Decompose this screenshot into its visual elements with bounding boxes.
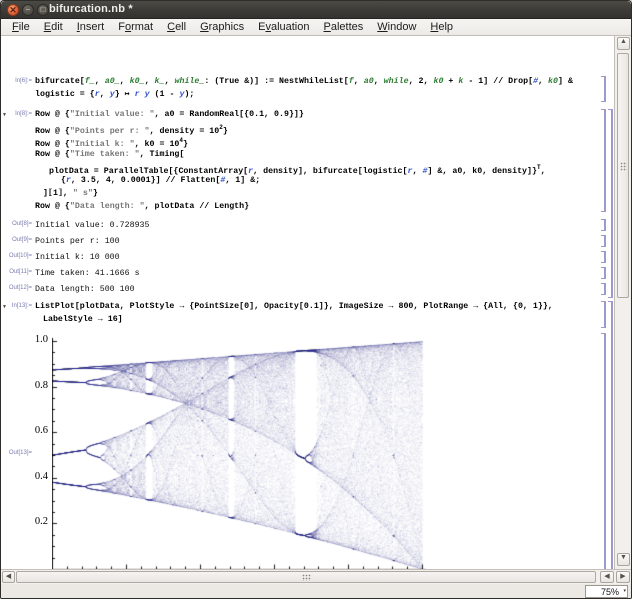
- menu-insert[interactable]: Insert: [70, 20, 112, 34]
- output-text: Data length: 500 100: [35, 284, 135, 296]
- code-line[interactable]: {r, 3.5, 4, 0.0001}] // Flatten[#, 1] &;: [61, 175, 260, 187]
- scroll-up-icon[interactable]: ▲: [617, 37, 630, 50]
- bifurcation-plot-canvas[interactable]: [52, 337, 428, 569]
- menu-bar: FileEditInsertFormatCellGraphicsEvaluati…: [1, 19, 631, 36]
- code-line[interactable]: bifurcate[f_, a0_, k0_, k_, while_: (Tru…: [35, 76, 573, 88]
- close-icon[interactable]: ✕: [7, 4, 19, 16]
- horizontal-scroll-thumb[interactable]: [16, 571, 596, 583]
- chevron-down-icon: ▾: [623, 585, 626, 597]
- code-line[interactable]: LabelStyle → 16]: [43, 314, 123, 326]
- scroll-right-icon[interactable]: ▶: [616, 571, 630, 583]
- magnification-dropdown[interactable]: 75% ▾: [585, 585, 628, 598]
- menu-edit[interactable]: Edit: [37, 20, 70, 34]
- menu-file[interactable]: File: [5, 20, 37, 34]
- group-open-arrow-icon[interactable]: ▼: [2, 112, 7, 118]
- scroll-left-icon[interactable]: ◀: [2, 571, 15, 583]
- code-line[interactable]: ListPlot[plotData, PlotStyle → {PointSiz…: [35, 301, 553, 313]
- code-line[interactable]: logistic = {r, y} ↦ r y (1 - y);: [35, 89, 194, 101]
- menu-window[interactable]: Window: [370, 20, 423, 34]
- out-label: Out[10]=: [1, 253, 32, 259]
- out-label: Out[9]=: [1, 237, 32, 243]
- in-label: In[6]:=: [1, 78, 32, 84]
- code-line[interactable]: Row @ {"Initial value: ", a0 = RandomRea…: [35, 109, 304, 121]
- vertical-scrollbar[interactable]: ▲ ▼: [614, 36, 631, 569]
- code-line[interactable]: ]⟦1⟧, " s"}: [43, 188, 98, 200]
- menu-format[interactable]: Format: [111, 20, 160, 34]
- cell-bracket[interactable]: [601, 283, 606, 295]
- y-tick-label: 0.2: [22, 516, 48, 527]
- y-tick-label: 0.6: [22, 425, 48, 436]
- y-tick-label: 0.4: [22, 471, 48, 482]
- mathematica-window: ✕ − □ bifurcation.nb * FileEditInsertFor…: [0, 0, 632, 599]
- title-bar[interactable]: ✕ − □ bifurcation.nb *: [1, 1, 631, 19]
- plot-output: Out[13]= 3.63.73.83.94.00.20.40.60.81.0: [1, 331, 601, 569]
- window-title: bifurcation.nb *: [49, 3, 133, 15]
- magnification-value: 75%: [601, 587, 619, 597]
- maximize-icon[interactable]: □: [37, 4, 49, 16]
- cell-bracket[interactable]: [601, 251, 606, 263]
- out-label: Out[11]=: [1, 269, 32, 275]
- cell-bracket[interactable]: [601, 109, 606, 212]
- menu-help[interactable]: Help: [423, 20, 460, 34]
- cell-bracket[interactable]: [601, 219, 606, 231]
- horizontal-scrollbar[interactable]: ◀ ◀ ▶: [1, 569, 632, 584]
- output-text: Initial k: 10 000: [35, 252, 120, 264]
- cell-bracket[interactable]: [608, 301, 613, 569]
- menu-cell[interactable]: Cell: [160, 20, 193, 34]
- group-open-arrow-icon[interactable]: ▼: [2, 304, 7, 310]
- output-text: Initial value: 0.728935: [35, 220, 150, 232]
- output-text: Points per r: 100: [35, 236, 120, 248]
- code-line[interactable]: Row @ {"Data length: ", plotData // Leng…: [35, 201, 249, 213]
- out-label: Out[8]=: [1, 221, 32, 227]
- y-tick-label: 1.0: [22, 334, 48, 345]
- scroll-left2-icon[interactable]: ◀: [600, 571, 614, 583]
- vertical-scroll-thumb[interactable]: [617, 53, 629, 298]
- cell-bracket[interactable]: [608, 109, 613, 298]
- menu-graphics[interactable]: Graphics: [193, 20, 251, 34]
- cell-bracket[interactable]: [601, 267, 606, 279]
- scroll-down-icon[interactable]: ▼: [617, 553, 630, 566]
- notebook-area[interactable]: In[6]:=bifurcate[f_, a0_, k0_, k_, while…: [1, 36, 616, 569]
- y-tick-label: 0.8: [22, 380, 48, 391]
- menu-evaluation[interactable]: Evaluation: [251, 20, 316, 34]
- out-label: Out[12]=: [1, 285, 32, 291]
- minimize-icon[interactable]: −: [22, 4, 34, 16]
- cell-bracket[interactable]: [601, 301, 606, 328]
- status-bar: 75% ▾: [1, 584, 632, 599]
- cell-bracket[interactable]: [601, 333, 606, 569]
- cell-bracket[interactable]: [601, 235, 606, 247]
- cell-bracket[interactable]: [601, 76, 606, 102]
- out-label-plot: Out[13]=: [1, 450, 32, 456]
- menu-palettes[interactable]: Palettes: [317, 20, 371, 34]
- code-line[interactable]: Row @ {"Time taken: ", Timing[: [35, 149, 184, 161]
- output-text: Time taken: 41.1666 s: [35, 268, 140, 280]
